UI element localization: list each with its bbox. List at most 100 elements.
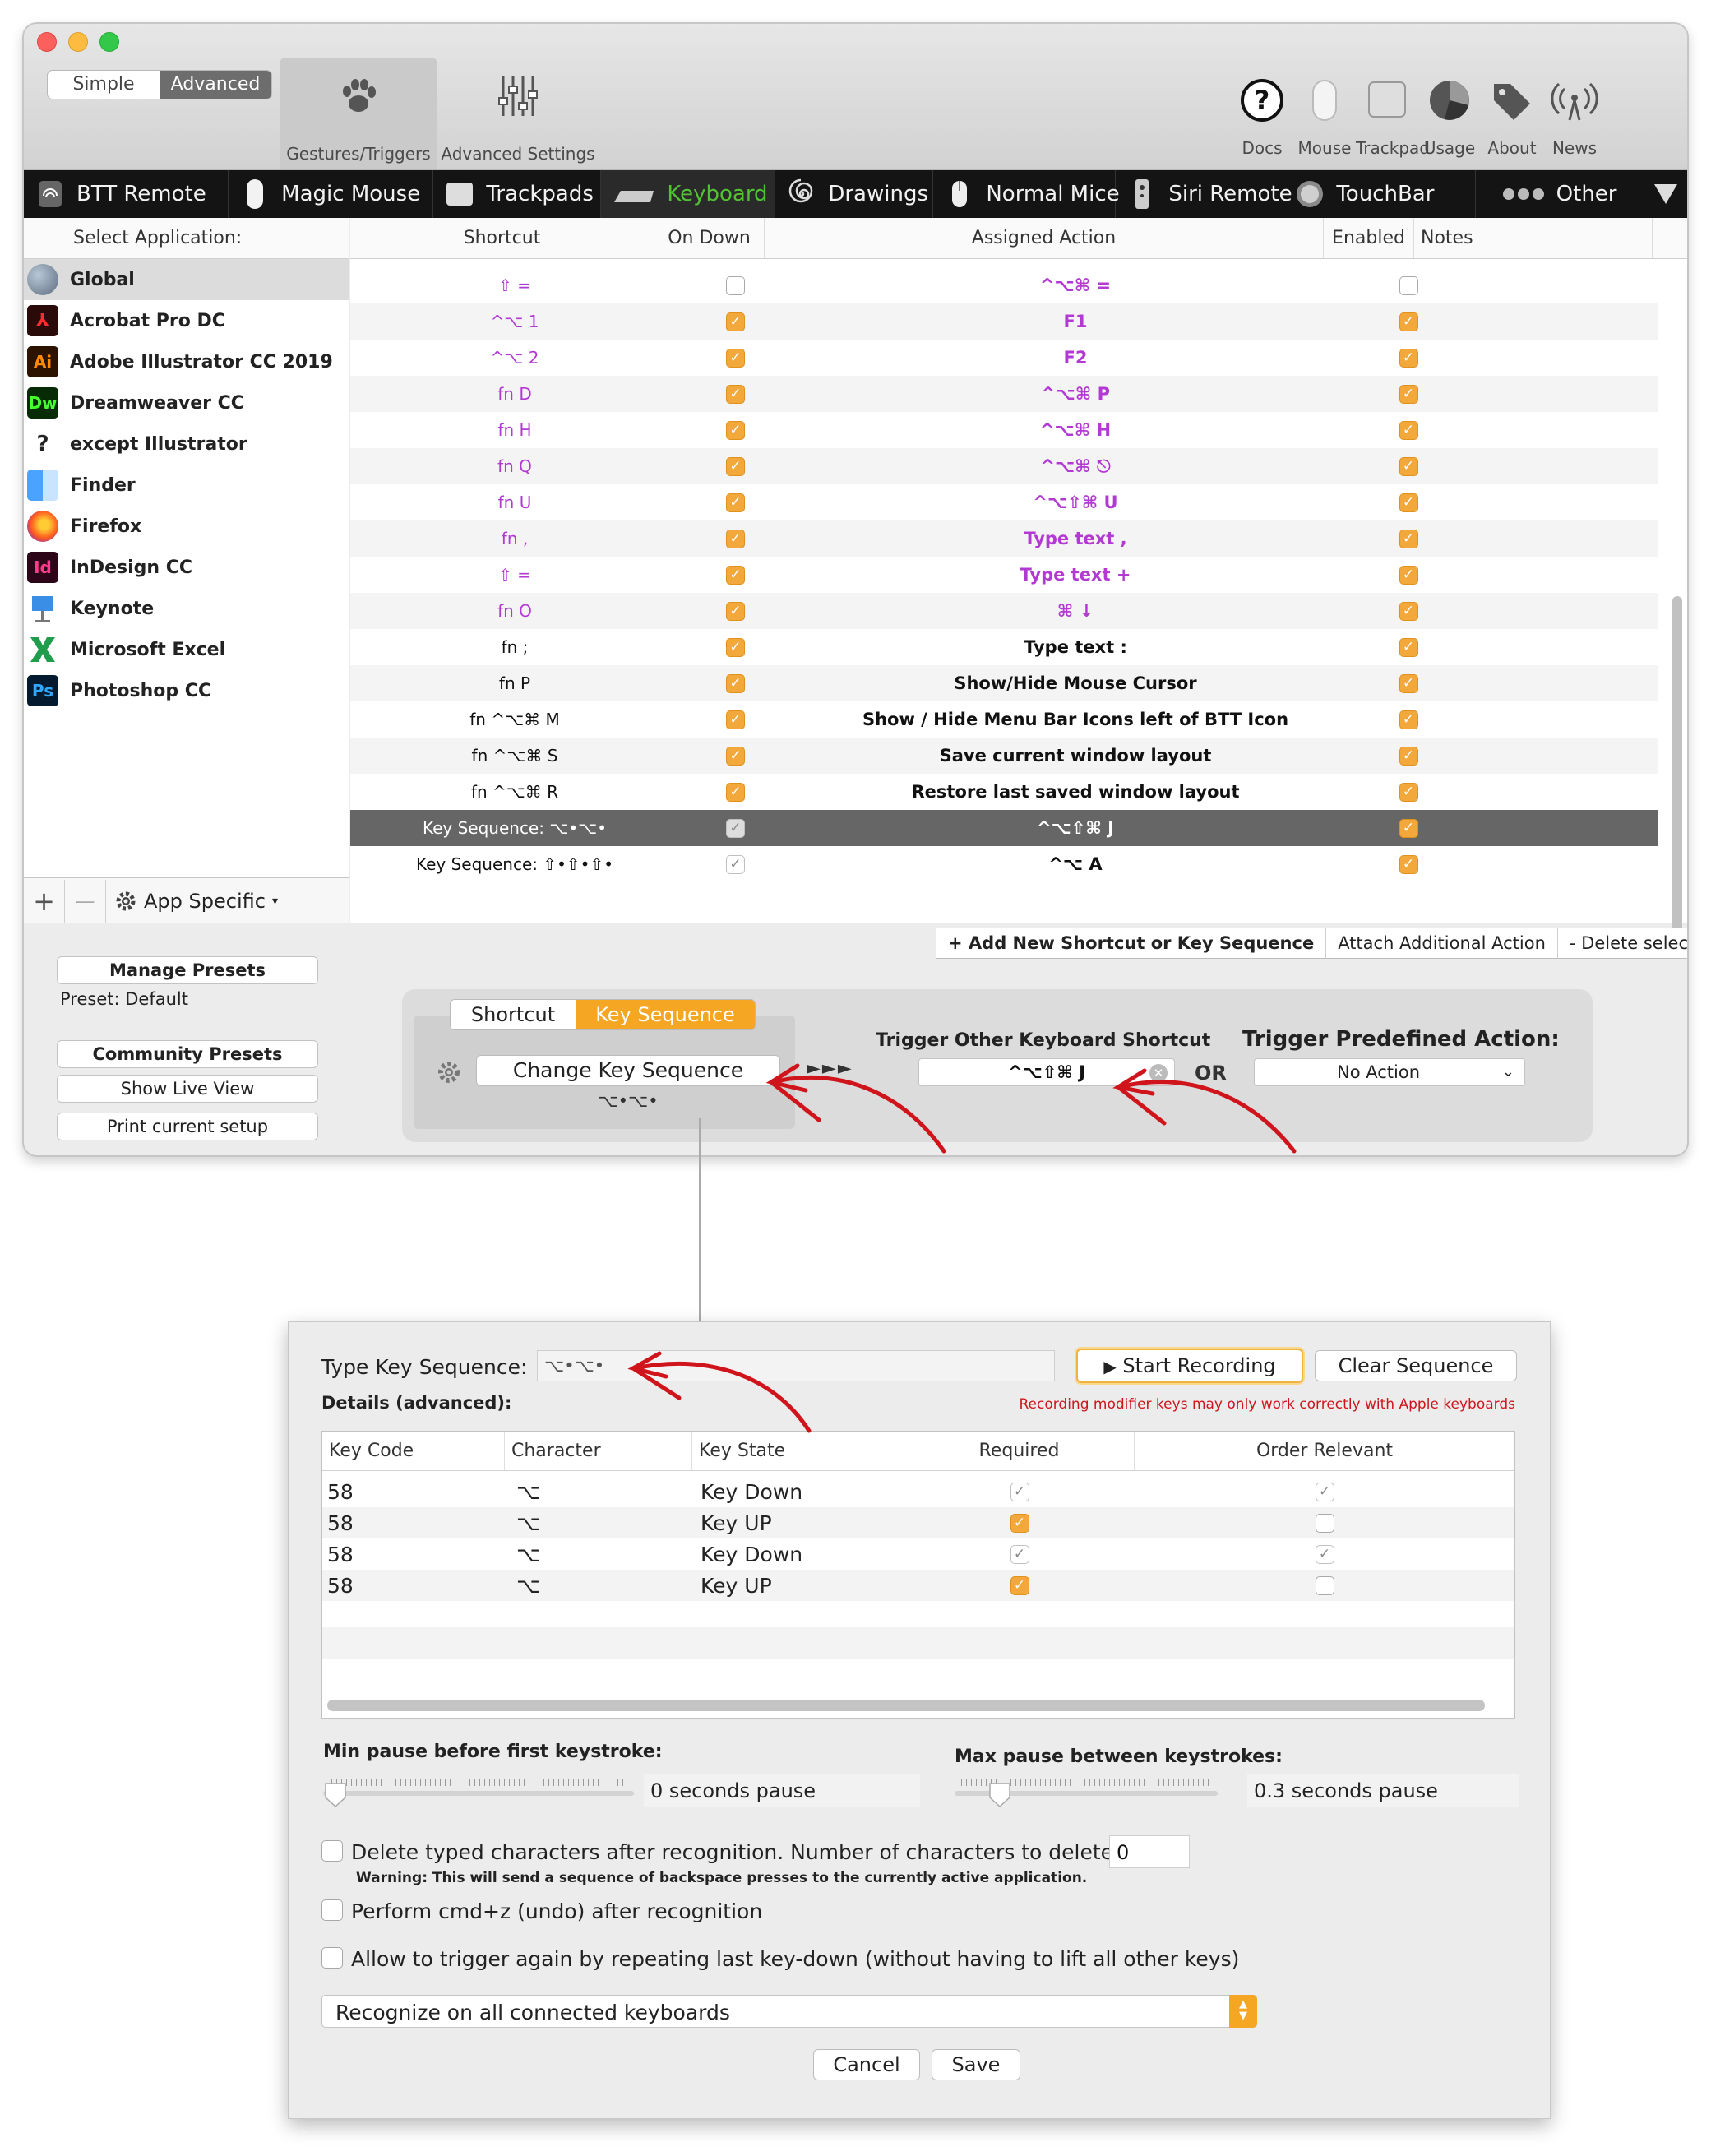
change-key-sequence-button[interactable]: Change Key Sequence	[476, 1055, 780, 1086]
attach-additional-action-button[interactable]: Attach Additional Action	[1326, 928, 1558, 958]
enabled-checkbox[interactable]: ✓	[1399, 601, 1418, 621]
tab-keyboard[interactable]: Keyboard	[601, 170, 776, 218]
enabled-checkbox[interactable]: ✓	[1399, 710, 1418, 729]
table-scrollbar[interactable]	[1672, 596, 1682, 950]
app-item-acrobat[interactable]: ⅄ Acrobat Pro DC	[24, 300, 349, 341]
app-item-keynote[interactable]: Keynote	[24, 588, 349, 629]
clear-field-icon[interactable]: ✕	[1149, 1064, 1168, 1082]
on-down-checkbox[interactable]: ✓	[726, 601, 745, 621]
column-header-key-code[interactable]: Key Code	[322, 1432, 505, 1470]
app-item-global[interactable]: Global	[24, 259, 349, 300]
table-row[interactable]: fn P ✓ Show/Hide Mouse Cursor ✓	[350, 665, 1658, 701]
enabled-checkbox[interactable]: ✓	[1399, 312, 1418, 331]
table-row[interactable]: fn H ✓ ^⌥⌘ H ✓	[350, 412, 1658, 448]
on-down-checkbox[interactable]: ✓	[726, 312, 745, 331]
enabled-checkbox[interactable]: ✓	[1399, 854, 1418, 874]
column-header-enabled[interactable]: Enabled	[1324, 218, 1414, 258]
key-detail-row[interactable]: 58 ⌥ Key UP ✓	[322, 1570, 1514, 1601]
table-row[interactable]: ^⌥ 2 ✓ F2 ✓	[350, 340, 1658, 376]
on-down-checkbox[interactable]: ✓	[726, 637, 745, 657]
app-item-illustrator[interactable]: Ai Adobe Illustrator CC 2019	[24, 341, 349, 382]
table-row[interactable]: fn ; ✓ Type text : ✓	[350, 629, 1658, 665]
slider-knob[interactable]	[323, 1781, 348, 1809]
manage-presets-button[interactable]: Manage Presets	[57, 956, 318, 984]
column-header-key-state[interactable]: Key State	[692, 1432, 904, 1470]
checkbox[interactable]: ✓	[1010, 1482, 1029, 1501]
app-item-finder[interactable]: Finder	[24, 465, 349, 506]
tab-shortcut[interactable]: Shortcut	[451, 1000, 576, 1029]
table-row[interactable]: ⇧ = ^⌥⌘ =	[350, 267, 1658, 303]
checkbox[interactable]: ✓	[1010, 1513, 1029, 1533]
start-recording-button[interactable]: ▶ Start Recording	[1076, 1349, 1303, 1383]
checkbox[interactable]: ✓	[1010, 1575, 1029, 1595]
tab-normal-mice[interactable]: Normal Mice	[933, 170, 1120, 218]
on-down-checkbox[interactable]: ✓	[726, 348, 745, 368]
on-down-checkbox[interactable]: ✓	[726, 529, 745, 548]
enabled-checkbox[interactable]: ✓	[1399, 782, 1418, 802]
table-row[interactable]: ⇧ = ✓ Type text + ✓	[350, 557, 1658, 593]
save-button[interactable]: Save	[932, 2049, 1020, 2080]
on-down-checkbox[interactable]: ✓	[726, 710, 745, 729]
on-down-checkbox[interactable]: ✓	[726, 854, 745, 874]
enabled-checkbox[interactable]: ✓	[1399, 673, 1418, 693]
news-button[interactable]: News	[1543, 77, 1606, 158]
delete-selected-button[interactable]: - Delete selected	[1558, 928, 1687, 958]
enabled-checkbox[interactable]	[1399, 275, 1418, 295]
delete-count-input[interactable]: 0	[1109, 1835, 1190, 1868]
tab-drawings[interactable]: Drawings	[775, 170, 934, 218]
about-button[interactable]: About	[1481, 77, 1543, 158]
column-header-notes[interactable]: Notes	[1414, 218, 1653, 258]
app-item-excel[interactable]: Microsoft Excel	[24, 629, 349, 670]
app-item-indesign[interactable]: Id InDesign CC	[24, 547, 349, 588]
checkbox[interactable]	[1315, 1513, 1334, 1533]
delete-typed-checkbox[interactable]	[321, 1840, 343, 1862]
more-tabs-button[interactable]	[1641, 170, 1687, 218]
mode-simple-button[interactable]: Simple	[48, 71, 160, 99]
zoom-window-button[interactable]	[99, 32, 119, 52]
table-row[interactable]: fn ^⌥⌘ M ✓ Show / Hide Menu Bar Icons left…	[350, 701, 1658, 738]
app-item-except-illustrator[interactable]: ? except Illustrator	[24, 423, 349, 465]
table-row[interactable]: ^⌥ 1 ✓ F1 ✓	[350, 303, 1658, 340]
tab-trackpads[interactable]: Trackpads	[433, 170, 602, 218]
checkbox[interactable]: ✓	[1010, 1544, 1029, 1564]
tab-btt-remote[interactable]: BTT Remote	[24, 170, 229, 218]
app-item-photoshop[interactable]: Ps Photoshop CC	[24, 670, 349, 711]
undo-checkbox[interactable]	[321, 1899, 343, 1921]
advanced-settings-tab[interactable]: Advanced Settings	[440, 58, 596, 169]
community-presets-button[interactable]: Community Presets	[57, 1040, 318, 1068]
column-header-assigned-action[interactable]: Assigned Action	[765, 218, 1324, 258]
table-row[interactable]: Key Sequence: ⇧•⇧•⇧• ✓ ^⌥ A ✓	[350, 846, 1658, 881]
table-row[interactable]: fn , ✓ Type text , ✓	[350, 520, 1658, 557]
column-header-character[interactable]: Character	[505, 1432, 692, 1470]
table-row[interactable]: fn D ✓ ^⌥⌘ P ✓	[350, 376, 1658, 412]
mode-advanced-button[interactable]: Advanced	[160, 71, 271, 99]
remove-app-button[interactable]: —	[65, 879, 106, 923]
enabled-checkbox[interactable]: ✓	[1399, 384, 1418, 404]
on-down-checkbox[interactable]: ✓	[726, 782, 745, 802]
trigger-other-shortcut-field[interactable]: ^⌥⇧⌘ J ✕	[918, 1058, 1175, 1086]
predefined-action-select[interactable]: No Action ⌄	[1254, 1058, 1525, 1086]
key-detail-row[interactable]: 58 ⌥ Key UP ✓	[322, 1507, 1514, 1538]
cancel-button[interactable]: Cancel	[813, 2049, 920, 2080]
enabled-checkbox[interactable]: ✓	[1399, 493, 1418, 512]
on-down-checkbox[interactable]: ✓	[726, 456, 745, 476]
key-table-horizontal-scrollbar[interactable]	[327, 1700, 1485, 1711]
on-down-checkbox[interactable]: ✓	[726, 746, 745, 766]
on-down-checkbox[interactable]: ✓	[726, 673, 745, 693]
column-header-on-down[interactable]: On Down	[654, 218, 765, 258]
checkbox[interactable]	[1315, 1575, 1334, 1595]
table-row[interactable]: fn ^⌥⌘ R ✓ Restore last saved window layou…	[350, 774, 1658, 810]
type-key-sequence-field[interactable]: ⌥•⌥•	[537, 1350, 1055, 1381]
app-item-dreamweaver[interactable]: Dw Dreamweaver CC	[24, 382, 349, 423]
on-down-checkbox[interactable]: ✓	[726, 565, 745, 585]
enabled-checkbox[interactable]: ✓	[1399, 420, 1418, 440]
print-current-setup-button[interactable]: Print current setup	[57, 1113, 318, 1140]
tab-key-sequence[interactable]: Key Sequence	[576, 1000, 755, 1029]
add-new-shortcut-button[interactable]: + Add New Shortcut or Key Sequence	[936, 928, 1327, 958]
enabled-checkbox[interactable]: ✓	[1399, 818, 1418, 838]
clear-sequence-button[interactable]: Clear Sequence	[1315, 1350, 1517, 1381]
slider-knob[interactable]	[987, 1781, 1012, 1809]
checkbox[interactable]: ✓	[1315, 1482, 1334, 1501]
on-down-checkbox[interactable]: ✓	[726, 818, 745, 838]
usage-button[interactable]: Usage	[1418, 77, 1481, 158]
